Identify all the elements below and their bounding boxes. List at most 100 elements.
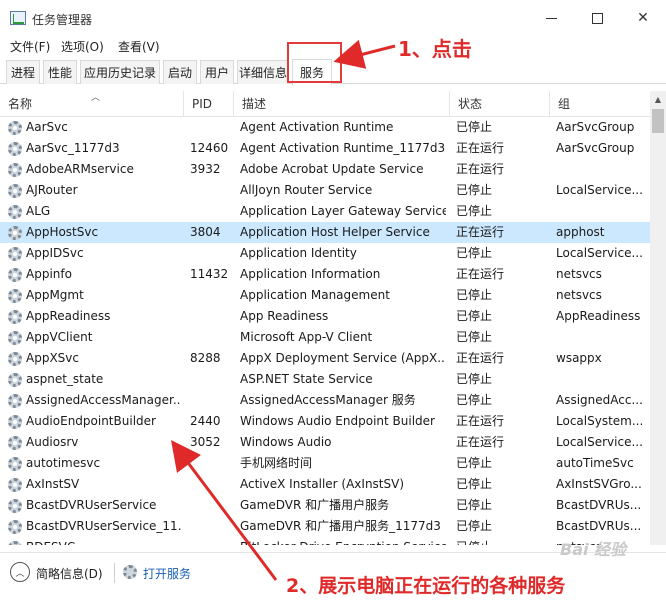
table-row[interactable]: AJRouter AllJoyn Router Service 已停止 LocalSe… [0, 180, 650, 201]
service-group: netsvcs [556, 267, 602, 281]
menu-file[interactable]: 文件(F) [10, 38, 50, 55]
gear-icon [8, 457, 22, 471]
service-pid [190, 474, 234, 495]
service-group [556, 327, 650, 348]
service-pid [190, 453, 234, 474]
service-description: 手机网络时间 [240, 456, 313, 470]
table-row[interactable]: AppMgmt Application Management 已停止 netsvcs [0, 285, 650, 306]
gear-icon [8, 499, 22, 513]
service-status: 正在运行 [456, 162, 505, 176]
services-list[interactable]: ︿ 名称 PID 描述 状态 组 AarSvc Agent Activation … [0, 91, 666, 545]
service-name: AarSvc [26, 120, 68, 134]
gear-icon [8, 373, 22, 387]
service-pid [190, 306, 234, 327]
table-row[interactable]: AudioEndpointBuilder 2440 Windows Audio En… [0, 411, 650, 432]
table-row[interactable]: AppReadiness App Readiness 已停止 AppReadiness [0, 306, 650, 327]
table-row[interactable]: AppHostSvc 3804 Application Host Helper Se… [0, 222, 650, 243]
table-row[interactable]: AppXSvc 8288 AppX Deployment Service (AppX… [0, 348, 650, 369]
service-status: 正在运行 [456, 267, 505, 281]
tab-performance[interactable]: 性能 [43, 60, 77, 84]
annotation-step-2: 2、展示电脑正在运行的各种服务 [286, 575, 566, 597]
tab-users[interactable]: 用户 [200, 60, 234, 84]
maximize-button[interactable] [574, 0, 620, 36]
service-pid [190, 369, 234, 390]
service-description: AssignedAccessManager 服务 [240, 393, 416, 407]
service-description: Application Information [240, 267, 381, 281]
service-pid: 8288 [190, 351, 221, 365]
service-status: 已停止 [456, 456, 493, 470]
table-row[interactable]: BcastDVRUserService GameDVR 和广播用户服务 已停止 Bca… [0, 495, 650, 516]
gear-icon [8, 268, 22, 282]
service-pid [190, 201, 234, 222]
tab-startup[interactable]: 启动 [163, 60, 197, 84]
gear-icon [8, 247, 22, 261]
service-name: BcastDVRUserService_11... [26, 519, 181, 533]
service-status: 已停止 [456, 183, 493, 197]
tab-app-history[interactable]: 应用历史记录 [80, 60, 160, 84]
table-row[interactable]: AdobeARMservice 3932 Adobe Acrobat Update … [0, 159, 650, 180]
fewer-details-button[interactable]: ︿ [10, 562, 30, 582]
service-name: AssignedAccessManager... [26, 393, 181, 407]
annotation-step-1: 1、点击 [398, 37, 472, 61]
open-services-link[interactable]: 打开服务 [143, 565, 191, 582]
service-description: AppX Deployment Service (AppX... [240, 351, 446, 365]
service-status: 已停止 [456, 288, 493, 302]
service-name: AJRouter [26, 183, 78, 197]
column-status[interactable]: 状态 [450, 91, 550, 117]
service-name: AarSvc_1177d3 [26, 141, 120, 155]
table-row[interactable]: AssignedAccessManager... AssignedAccessMa… [0, 390, 650, 411]
table-row[interactable]: AarSvc Agent Activation Runtime 已停止 AarSvcG… [0, 117, 650, 138]
table-row[interactable]: Appinfo 11432 Application Information 正在运行 n… [0, 264, 650, 285]
table-row[interactable]: BcastDVRUserService_11... GameDVR 和广播用户服务… [0, 516, 650, 537]
menu-options[interactable]: 选项(O) [61, 38, 104, 55]
services-tab-highlight [287, 42, 342, 83]
service-status: 已停止 [456, 330, 493, 344]
scroll-up-icon[interactable]: ▲ [650, 91, 666, 108]
service-name: BcastDVRUserService [26, 498, 157, 512]
service-description: GameDVR 和广播用户服务_1177d3 [240, 519, 441, 533]
service-group: netsvcs [556, 288, 602, 302]
table-row[interactable]: ALG Application Layer Gateway Service 已停止 [0, 201, 650, 222]
gear-icon [8, 184, 22, 198]
service-group: wsappx [556, 351, 602, 365]
service-status: 正在运行 [456, 414, 505, 428]
table-row[interactable]: Audiosrv 3052 Windows Audio 正在运行 LocalServic… [0, 432, 650, 453]
service-group: AssignedAcc... [556, 393, 643, 407]
service-group [556, 159, 650, 180]
service-name: aspnet_state [26, 372, 104, 386]
table-row[interactable]: AppVClient Microsoft App-V Client 已停止 [0, 327, 650, 348]
gear-icon [8, 478, 22, 492]
column-pid[interactable]: PID [184, 91, 234, 117]
table-row[interactable]: autotimesvc 手机网络时间 已停止 autoTimeSvc [0, 453, 650, 474]
minimize-button[interactable] [528, 0, 574, 36]
gear-icon [8, 415, 22, 429]
column-description[interactable]: 描述 [234, 91, 450, 117]
service-status: 正在运行 [456, 435, 505, 449]
divider [114, 563, 115, 583]
table-row[interactable]: AppIDSvc Application Identity 已停止 LocalServ… [0, 243, 650, 264]
column-group[interactable]: 组 [550, 91, 650, 117]
table-row[interactable]: aspnet_state ASP.NET State Service 已停止 [0, 369, 650, 390]
service-pid [190, 243, 234, 264]
title-bar[interactable]: 任务管理器 ✕ [0, 0, 666, 36]
service-status: 已停止 [456, 519, 493, 533]
fewer-details-label[interactable]: 简略信息(D) [36, 565, 103, 582]
tab-details[interactable]: 详细信息 [237, 60, 289, 84]
service-pid: 3804 [190, 225, 221, 239]
list-header: ︿ 名称 PID 描述 状态 组 [0, 91, 650, 117]
service-pid [190, 516, 234, 537]
vertical-scrollbar[interactable]: ▲ [650, 91, 666, 545]
table-row[interactable]: AarSvc_1177d3 12460 Agent Activation Runti… [0, 138, 650, 159]
tab-processes[interactable]: 进程 [6, 60, 40, 84]
service-status: 已停止 [456, 246, 493, 260]
menu-view[interactable]: 查看(V) [118, 38, 160, 55]
scroll-thumb[interactable] [652, 109, 664, 133]
close-button[interactable]: ✕ [620, 0, 666, 36]
table-row[interactable]: BDESVC BitLocker Drive Encryption Service… [0, 537, 650, 545]
minimize-icon [545, 17, 557, 19]
service-group: AarSvcGroup [556, 141, 635, 155]
column-name[interactable]: 名称 [0, 91, 184, 117]
table-row[interactable]: AxInstSV ActiveX Installer (AxInstSV) 已停止 A… [0, 474, 650, 495]
service-group: AarSvcGroup [556, 120, 635, 134]
chevron-up-icon: ︿ [15, 568, 25, 579]
